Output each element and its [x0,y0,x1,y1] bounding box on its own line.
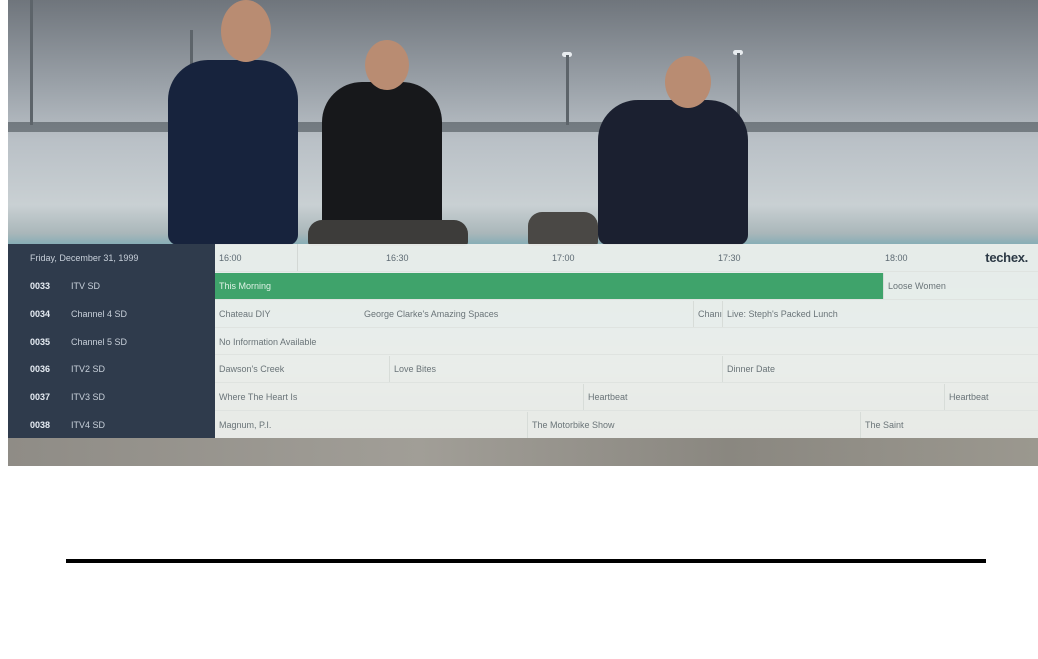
channel-row[interactable]: 0034 Channel 4 SD [8,300,215,327]
channel-row[interactable]: 0038 ITV4 SD [8,411,215,438]
channel-number: 0036 [30,364,51,374]
channel-name: ITV4 SD [71,420,106,430]
date-row: Friday, December 31, 1999 [8,244,215,271]
programme-row: This Morning Loose Women [215,272,1038,299]
programme-cell[interactable]: Love Bites [389,356,717,382]
channel-name: ITV2 SD [71,364,106,374]
time-header: 16:00 16:30 17:00 17:30 18:00 techex. [215,244,1038,271]
programme-row: Dawson's Creek Love Bites Dinner Date [215,355,1038,382]
epg-guide: Friday, December 31, 1999 0033 ITV SD 00… [8,244,1038,438]
channel-number: 0034 [30,309,51,319]
programme-cell[interactable]: Chateau DIY [215,301,297,327]
guide-date: Friday, December 31, 1999 [30,253,139,263]
programme-cell[interactable]: Chanı [693,301,722,327]
programme-cell[interactable]: Dinner Date [722,356,1038,382]
channel-number: 0038 [30,420,51,430]
programme-cell[interactable]: The Saint [860,412,1038,438]
programme-row: Magnum, P.I. The Motorbike Show The Sain… [215,411,1038,438]
programme-cell[interactable]: This Morning [215,273,883,299]
programme-row: Where The Heart Is Heartbeat Heartbeat [215,383,1038,410]
channel-name: Channel 4 SD [71,309,128,319]
channel-number: 0033 [30,281,51,291]
rock [308,220,468,246]
programme-cell[interactable]: The Motorbike Show [527,412,855,438]
time-divider [297,244,298,271]
programme-cell[interactable]: Magnum, P.I. [215,412,297,438]
channel-name: Channel 5 SD [71,337,128,347]
channel-number: 0035 [30,337,51,347]
channel-row[interactable]: 0036 ITV2 SD [8,355,215,382]
programme-row: Chateau DIY George Clarke's Amazing Spac… [215,300,1038,327]
horizontal-rule [66,559,986,563]
programme-cell[interactable]: Heartbeat [944,384,1038,410]
programme-cell[interactable]: George Clarke's Amazing Spaces [360,301,688,327]
light-pole [30,0,33,125]
programme-cell[interactable]: Dawson's Creek [215,356,297,382]
programme-cell[interactable]: Where The Heart Is [215,384,575,410]
channel-row[interactable]: 0035 Channel 5 SD [8,328,215,355]
programme-cell[interactable]: Loose Women [883,273,1038,299]
channel-row[interactable]: 0037 ITV3 SD [8,383,215,410]
time-label: 18:00 [885,253,908,263]
light-pole [566,55,569,125]
programme-cell[interactable]: No Information Available [215,329,1038,355]
programme-grid: 16:00 16:30 17:00 17:30 18:00 techex. Th… [215,244,1038,438]
channel-number: 0037 [30,392,51,402]
time-label: 17:00 [552,253,575,263]
channel-name: ITV SD [71,281,101,291]
channel-list: Friday, December 31, 1999 0033 ITV SD 00… [8,244,215,438]
programme-cell[interactable]: Live: Steph's Packed Lunch [722,301,1038,327]
channel-name: ITV3 SD [71,392,106,402]
channel-row[interactable]: 0033 ITV SD [8,272,215,299]
techex-logo: techex. [985,250,1028,265]
rock [528,212,598,246]
horizon-shoreline [8,122,1038,132]
time-label: 16:00 [219,253,242,263]
time-label: 16:30 [386,253,409,263]
programme-cell[interactable]: Heartbeat [583,384,940,410]
programme-row: No Information Available [215,328,1038,355]
ground-strip [8,438,1038,466]
time-label: 17:30 [718,253,741,263]
